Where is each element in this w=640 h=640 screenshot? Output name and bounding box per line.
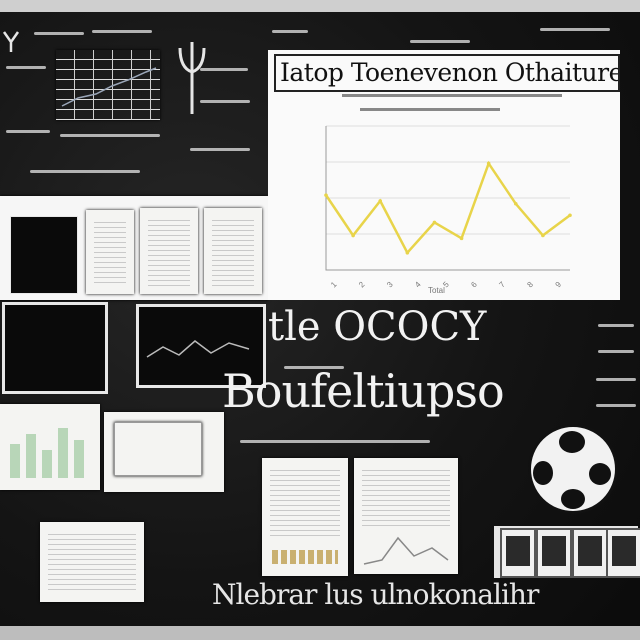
soccer-ball xyxy=(528,424,618,514)
chart-point xyxy=(432,220,437,225)
document-page xyxy=(140,208,198,294)
chalk-scribble xyxy=(540,28,610,31)
chart-x-tick-label: 2 xyxy=(357,280,367,290)
top-frame xyxy=(0,0,640,12)
photo-thumb xyxy=(500,528,536,578)
chalk-scribble xyxy=(190,148,250,151)
headline-line-2: Boufeltiupso xyxy=(222,364,505,418)
chalk-scribble xyxy=(60,134,160,137)
chalk-scribble xyxy=(30,170,140,173)
dark-photo xyxy=(10,216,78,294)
chart-point xyxy=(568,213,572,218)
chalk-scribble xyxy=(598,350,634,353)
chalk-scribble xyxy=(92,30,152,33)
sketch-paper xyxy=(104,412,224,492)
report-page xyxy=(262,458,348,576)
chart-point xyxy=(324,193,328,197)
chart-paper xyxy=(0,404,100,490)
line-chart: 123456789 xyxy=(324,125,572,290)
chalk-scribble xyxy=(240,440,430,443)
photo-thumb xyxy=(572,528,608,578)
mini-chart-card xyxy=(56,50,160,120)
chalkboard-background: Iatop Toenevenon Othaiture 123456789 Tot… xyxy=(0,0,640,640)
chalk-scribble xyxy=(6,130,50,133)
chart-x-tick-label: 6 xyxy=(469,280,479,290)
chalk-scribble xyxy=(272,30,308,33)
bar-sketch xyxy=(10,428,84,478)
chart-x-tick-label: 1 xyxy=(329,280,339,290)
chart-subtitle-scribble xyxy=(342,94,562,97)
chart-x-tick-label: 4 xyxy=(413,280,423,290)
sketch-frame xyxy=(114,422,202,476)
chart-x-tick-label: 7 xyxy=(497,280,507,290)
report-plot xyxy=(363,536,449,565)
chalk-scribble xyxy=(596,404,636,407)
chalk-scribble xyxy=(6,66,46,69)
chart-point xyxy=(541,233,545,238)
document-page xyxy=(204,208,262,294)
chart-point xyxy=(513,201,518,206)
document-page xyxy=(86,210,134,294)
chart-series-line xyxy=(324,160,571,255)
chalk-scribble xyxy=(284,366,344,369)
photo-thumb xyxy=(536,528,572,578)
chart-footer-label: Total xyxy=(428,286,445,295)
chalk-scribble xyxy=(410,40,470,43)
chart-point xyxy=(351,233,355,238)
chart-point xyxy=(486,161,491,166)
chalk-scribble xyxy=(598,324,634,327)
photo-thumb xyxy=(606,528,640,578)
headline-line-1: tle OCOCY xyxy=(268,304,487,350)
mini-chart-line xyxy=(61,67,157,107)
notes-paper xyxy=(40,522,144,602)
chart-subtitle-scribble xyxy=(360,108,500,111)
y-doodle xyxy=(2,31,20,52)
document-strip xyxy=(0,196,268,300)
bottom-frame xyxy=(0,626,640,640)
chalk-scribble xyxy=(596,378,636,381)
chart-x-tick-label: 9 xyxy=(554,280,564,290)
chart-x-tick-label: 3 xyxy=(385,280,395,290)
chart-point xyxy=(459,236,464,241)
report-page xyxy=(354,458,458,574)
chalk-scribble xyxy=(34,32,84,35)
trident-doodle xyxy=(178,42,206,114)
chart-x-tick-label: 8 xyxy=(525,280,535,290)
chart-title: Iatop Toenevenon Othaiture xyxy=(274,54,620,92)
report-barcode xyxy=(272,550,338,564)
main-chart-panel: Iatop Toenevenon Othaiture 123456789 Tot… xyxy=(268,50,620,300)
bottom-caption: Nlebrar lus ulnokonalihr xyxy=(212,578,539,611)
chart-point xyxy=(405,250,410,255)
monitor-screen xyxy=(2,302,108,394)
chart-point xyxy=(378,199,383,203)
